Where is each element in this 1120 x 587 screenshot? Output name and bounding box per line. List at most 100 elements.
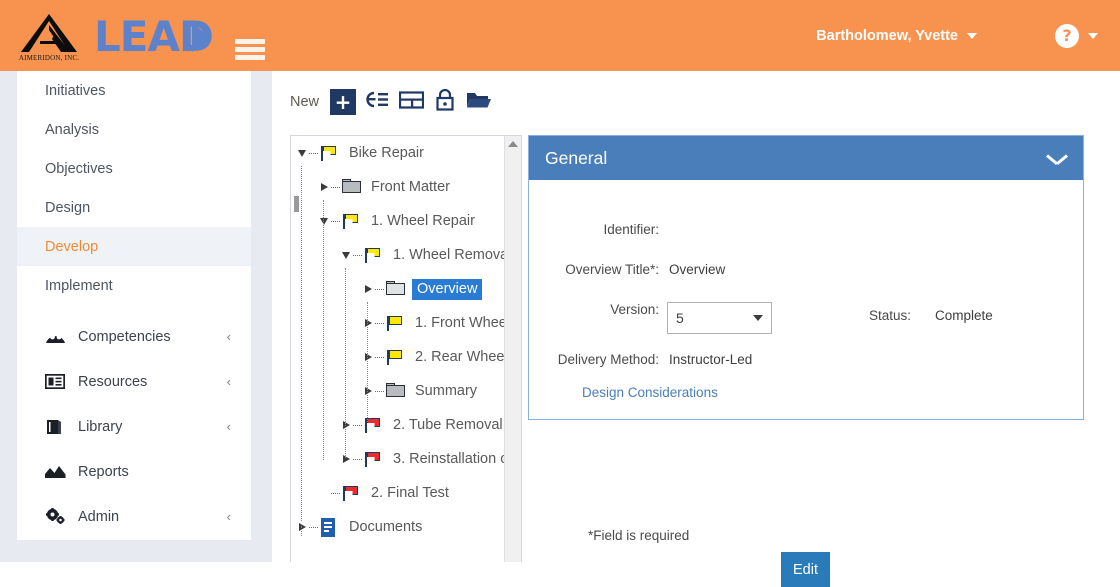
company-logo[interactable]: AIMERIDON, INC. xyxy=(16,10,82,62)
brand-block: AIMERIDON, INC. LEAD xyxy=(16,10,265,62)
reorder-button[interactable] xyxy=(364,89,390,115)
sidebar-item-reports[interactable]: Reports xyxy=(17,449,251,494)
folder-icon xyxy=(386,281,406,297)
hamburger-bar-1 xyxy=(234,38,265,44)
edit-button[interactable]: Edit xyxy=(781,552,830,587)
aimeridon-triangle-icon xyxy=(20,13,78,53)
user-menu[interactable]: Bartholomew, Yvette xyxy=(816,28,977,44)
tree-toggle-expand-icon[interactable] xyxy=(361,353,375,361)
flag-yellow-icon xyxy=(342,213,362,229)
tree-vertical-scrollbar[interactable] xyxy=(504,136,521,562)
tree-node-bike-repair[interactable]: Bike Repair xyxy=(291,136,506,170)
tree-node-documents[interactable]: Documents xyxy=(291,510,506,544)
sidebar-item-develop[interactable]: Develop xyxy=(17,227,251,266)
delivery-method-value: Instructor-Led xyxy=(669,352,753,367)
chevron-left-icon: ‹ xyxy=(226,509,231,524)
tree-connector xyxy=(309,152,318,154)
main-area: New + Bike Repair Front Matter 1. Wheel … xyxy=(272,71,1120,562)
sidebar-item-label: Objectives xyxy=(45,160,113,177)
identifier-label: Identifier: xyxy=(603,222,659,237)
tree-toggle-expand-icon[interactable] xyxy=(339,455,353,463)
tree-node-label: 1. Front Wheel xyxy=(415,315,506,331)
sidebar-item-label: Resources xyxy=(78,373,148,390)
tree-node-label: Bike Repair xyxy=(349,145,424,161)
tree-node-label: Overview xyxy=(412,278,483,300)
sidebar-item-label: Implement xyxy=(45,277,113,294)
tree-toggle-expand-icon[interactable] xyxy=(361,387,375,395)
sidebar-item-label: Competencies xyxy=(78,328,171,345)
user-menu-label: Bartholomew, Yvette xyxy=(816,27,958,44)
lead-wordmark[interactable]: LEAD xyxy=(94,15,214,58)
design-considerations-link-wrap: Design Considerations xyxy=(582,385,718,400)
tree-node-label: Documents xyxy=(349,519,423,535)
hamburger-icon[interactable] xyxy=(234,38,265,60)
tree-toggle-expand-icon[interactable] xyxy=(361,285,375,293)
sidebar-item-label: Design xyxy=(45,199,91,216)
chevron-left-icon: ‹ xyxy=(226,329,231,344)
sidebar-item-resources[interactable]: Resources ‹ xyxy=(17,359,251,404)
tree-node-label: 2. Rear Wheel xyxy=(415,349,506,365)
lead-arrow-icon xyxy=(191,22,209,52)
scroll-up-icon[interactable] xyxy=(508,141,518,147)
sidebar-item-implement[interactable]: Implement xyxy=(17,266,251,305)
flag-yellow-icon xyxy=(320,145,340,161)
tree-node-label: 1. Wheel Removal xyxy=(393,247,506,263)
sidebar-item-analysis[interactable]: Analysis xyxy=(17,110,251,149)
tree-node-label: 3. Reinstallation of T xyxy=(393,451,506,467)
general-panel-header[interactable]: General xyxy=(529,136,1083,180)
chevron-down-icon xyxy=(967,32,977,39)
add-new-button[interactable]: + xyxy=(330,89,357,115)
reports-icon xyxy=(45,465,67,479)
sidebar-item-design[interactable]: Design xyxy=(17,188,251,227)
tree-toggle-collapse-icon[interactable] xyxy=(317,217,331,225)
header-right: Bartholomew, Yvette ? xyxy=(816,23,1098,48)
tree-node-final-test[interactable]: 2. Final Test xyxy=(291,476,506,510)
flag-red-icon xyxy=(342,485,362,501)
app-header: AIMERIDON, INC. LEAD Bartholomew, Yvette… xyxy=(0,0,1120,71)
tree-toggle-expand-icon[interactable] xyxy=(295,523,309,531)
chevron-down-icon[interactable] xyxy=(1047,152,1067,164)
library-icon xyxy=(45,419,67,435)
chevron-down-icon xyxy=(1088,32,1098,39)
tree-connector xyxy=(331,492,340,494)
tree-toggle-expand-icon[interactable] xyxy=(317,183,331,191)
tree-connector xyxy=(375,356,384,358)
tree-toggle-expand-icon[interactable] xyxy=(339,421,353,429)
general-panel-title: General xyxy=(545,147,608,168)
sidebar-item-competencies[interactable]: Competencies ‹ xyxy=(17,314,251,359)
toolbar-new-label: New xyxy=(290,94,320,110)
edit-button-label: Edit xyxy=(793,561,818,578)
general-panel: General Identifier: Overview Title*: Ove… xyxy=(528,135,1084,420)
folder-icon xyxy=(386,383,406,399)
sidebar-item-label: Reports xyxy=(78,463,129,480)
tree-scroll-thumb[interactable] xyxy=(294,196,299,212)
chevron-down-icon xyxy=(753,315,763,321)
lock-button[interactable] xyxy=(432,88,458,115)
design-considerations-link[interactable]: Design Considerations xyxy=(582,385,718,400)
help-menu[interactable]: ? xyxy=(1055,23,1098,48)
sidebar-item-label: Analysis xyxy=(45,121,99,138)
tree-node-front-matter[interactable]: Front Matter xyxy=(291,170,506,204)
flag-yellow-icon xyxy=(364,247,384,263)
flag-red-icon xyxy=(364,451,384,467)
chevron-left-icon: ‹ xyxy=(226,419,231,434)
tree-connector xyxy=(345,268,346,458)
sidebar-item-library[interactable]: Library ‹ xyxy=(17,404,251,449)
sidebar-item-admin[interactable]: Admin ‹ xyxy=(17,494,251,539)
sidebar-item-initiatives[interactable]: Initiatives xyxy=(17,71,251,110)
tree-connector xyxy=(353,254,362,256)
tree-toggle-collapse-icon[interactable] xyxy=(339,251,353,259)
toolbar: New + xyxy=(290,87,500,117)
sidebar-item-objectives[interactable]: Objectives xyxy=(17,149,251,188)
table-button[interactable] xyxy=(398,89,424,115)
resources-icon xyxy=(45,374,67,389)
version-dropdown[interactable]: 5 xyxy=(667,302,772,334)
tree-toggle-collapse-icon[interactable] xyxy=(295,149,309,157)
sidebar-item-label: Admin xyxy=(78,508,120,525)
tree-node-label: 1. Wheel Repair xyxy=(371,213,475,229)
folder-button[interactable] xyxy=(466,89,492,115)
general-panel-body: Identifier: Overview Title*: Overview Ve… xyxy=(529,180,1083,420)
left-rail: Initiatives Analysis Objectives Design D… xyxy=(0,71,272,562)
tree-toggle-expand-icon[interactable] xyxy=(361,319,375,327)
tree-panel: Bike Repair Front Matter 1. Wheel Repair… xyxy=(290,135,522,562)
